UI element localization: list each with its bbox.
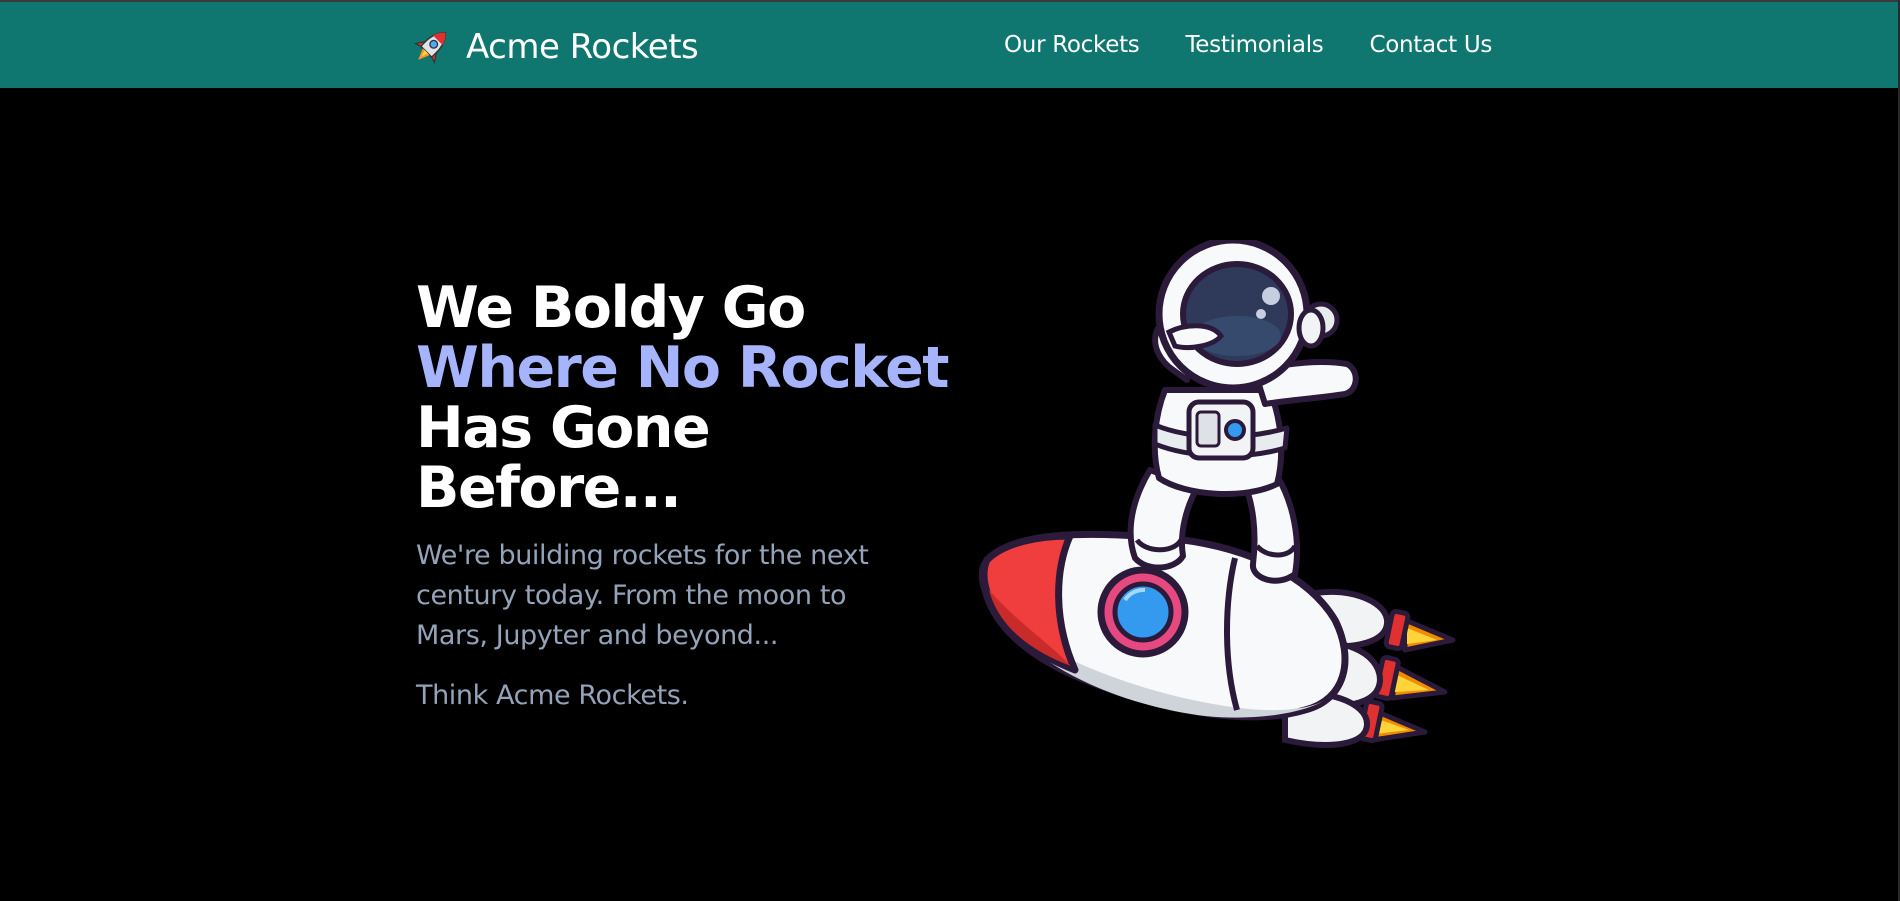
astronaut-on-rocket-illustration [975, 236, 1475, 760]
headline-line-1: We Boldy Go [416, 275, 806, 341]
main-nav: Our Rockets Testimonials Contact Us [1004, 32, 1492, 58]
rocket-graphic [978, 530, 1456, 748]
headline-line-3: Has Gone [416, 395, 711, 461]
nav-link-testimonials[interactable]: Testimonials [1185, 32, 1323, 58]
hero-lead-paragraph: We're building rockets for the next cent… [416, 540, 869, 651]
brand-name: Acme Rockets [466, 27, 699, 67]
navbar: Acme Rockets Our Rockets Testimonials Co… [0, 2, 1898, 88]
nav-link-our-rockets[interactable]: Our Rockets [1004, 32, 1140, 58]
headline-line-4: Before... [416, 455, 682, 521]
hero-headline: We Boldy Go Where No Rocket Has Gone Bef… [416, 278, 976, 518]
astronaut-rocket-svg [978, 236, 1456, 748]
nav-link-contact-us[interactable]: Contact Us [1369, 32, 1492, 58]
hero-section: We Boldy Go Where No Rocket Has Gone Bef… [416, 278, 976, 716]
hero-tagline: Think Acme Rockets. [416, 680, 689, 711]
astronaut-graphic [1127, 236, 1359, 584]
rocket-icon [413, 32, 446, 65]
headline-line-2-accent: Where No Rocket [416, 335, 950, 401]
brand-home-link[interactable]: Acme Rockets [408, 24, 699, 70]
